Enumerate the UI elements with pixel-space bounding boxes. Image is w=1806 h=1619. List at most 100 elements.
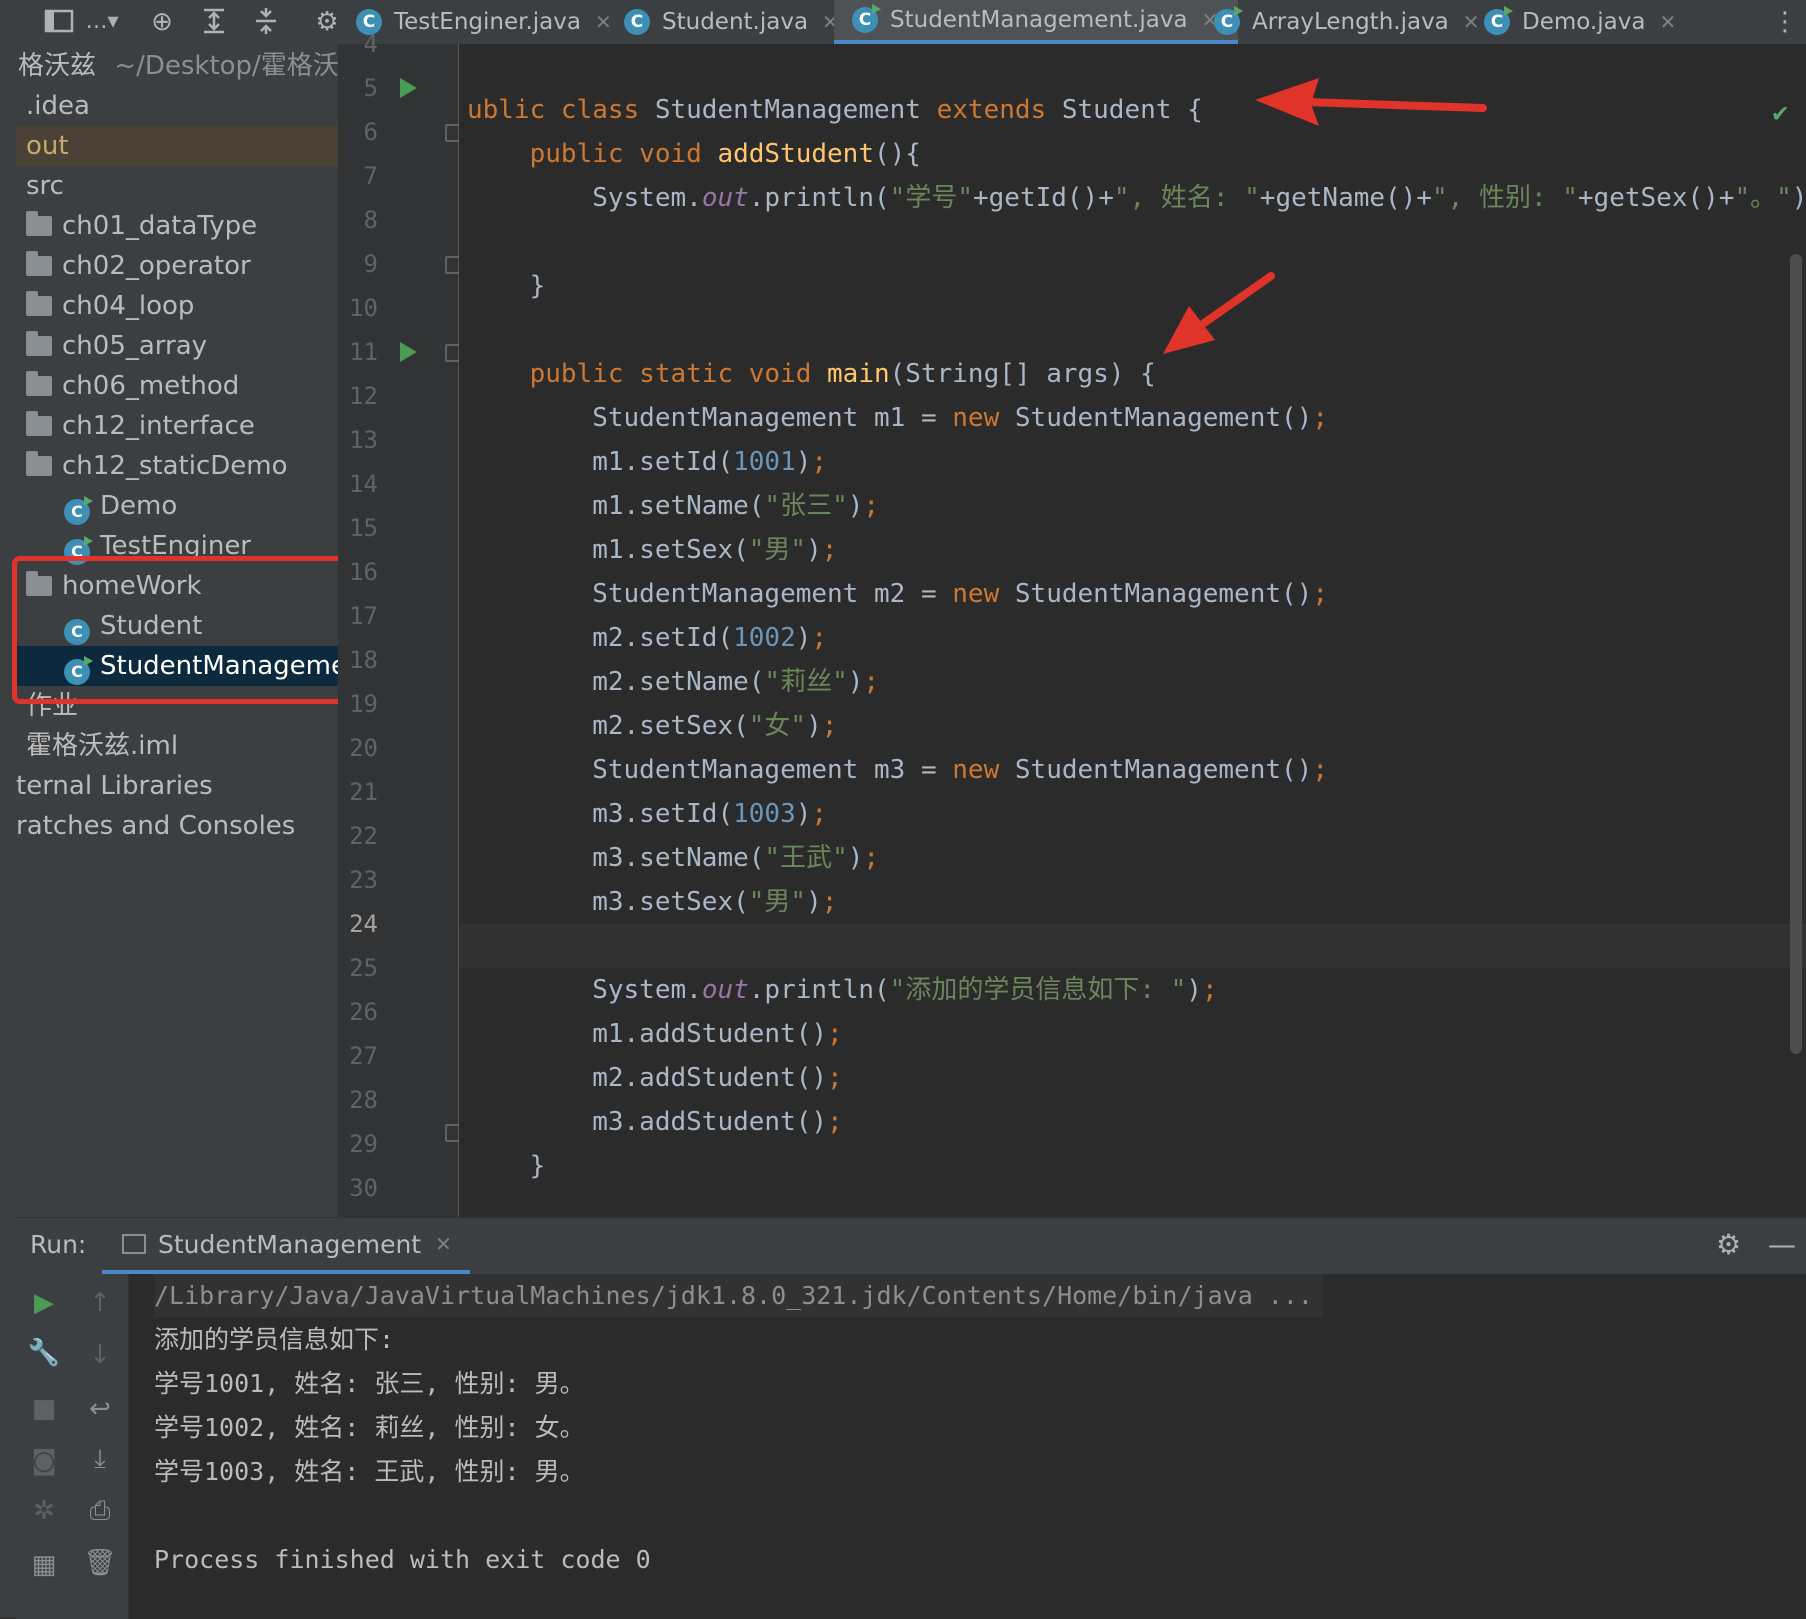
locate-icon[interactable]: ⊕ (146, 6, 178, 38)
run-class-icon[interactable] (400, 78, 417, 98)
line-number: 8 (363, 206, 378, 234)
vertical-scrollbar[interactable] (1790, 254, 1802, 1054)
minimize-icon[interactable]: — (1768, 1228, 1796, 1261)
line-number: 11 (349, 338, 378, 366)
close-icon[interactable]: ✕ (1659, 10, 1676, 34)
runnable-class-icon: C (1214, 6, 1243, 35)
console-icon (122, 1234, 146, 1254)
code-line: } (467, 271, 546, 301)
console-output[interactable]: /Library/Java/JavaVirtualMachines/jdk1.8… (154, 1274, 1794, 1619)
tab-demo[interactable]: C Demo.java ✕ (1484, 0, 1676, 44)
tree-file-demo[interactable]: C Demo (16, 486, 338, 526)
runnable-class-icon: C (1484, 6, 1513, 35)
tree-item-out[interactable]: out (16, 126, 338, 166)
tree-folder[interactable]: ch06_method (16, 366, 338, 406)
stop-icon[interactable]: ■ (16, 1394, 72, 1424)
close-icon[interactable]: ✕ (595, 10, 612, 34)
console-line: Process finished with exit code 0 (154, 1545, 651, 1574)
run-main-icon[interactable] (400, 342, 417, 362)
console-line: /Library/Java/JavaVirtualMachines/jdk1.8… (154, 1274, 1323, 1318)
up-arrow-icon[interactable]: ↑ (72, 1288, 128, 1318)
code-line: m2.setName("莉丝"); (467, 667, 880, 697)
code-line: m2.setSex("女"); (467, 711, 838, 741)
run-label: Run: (30, 1230, 87, 1259)
down-arrow-icon[interactable]: ↓ (72, 1340, 128, 1370)
code-line: m1.setId(1001); (467, 447, 828, 477)
code-editor[interactable]: ublic class StudentManagement extends St… (459, 44, 1806, 1217)
folder-icon (26, 451, 52, 476)
line-number: 4 (363, 30, 378, 58)
tree-item-scratches[interactable]: ratches and Consoles (16, 806, 338, 846)
scroll-to-end-icon[interactable]: ⤓ (72, 1444, 128, 1475)
code-line: StudentManagement m2 = new StudentManage… (467, 579, 1328, 609)
tree-folder[interactable]: ch12_staticDemo (16, 446, 338, 486)
close-icon[interactable]: ✕ (1463, 10, 1480, 34)
line-number: 30 (349, 1174, 378, 1202)
more-tabs-icon[interactable]: ⋮ (1772, 6, 1798, 38)
code-line: m2.addStudent(); (467, 1063, 843, 1093)
line-number: 28 (349, 1086, 378, 1114)
tree-item-src[interactable]: src (16, 166, 338, 206)
tree-folder[interactable]: ch05_array (16, 326, 338, 366)
tab-studentmanagement[interactable]: C StudentManagement.java ✕ (834, 0, 1239, 44)
tree-folder[interactable]: ch01_dataType (16, 206, 338, 246)
collapse-all-icon[interactable] (250, 6, 282, 38)
bug-icon[interactable]: ✲ (16, 1496, 72, 1526)
project-view-icon[interactable] (44, 6, 74, 38)
tree-item-external-libraries[interactable]: ternal Libraries (16, 766, 338, 806)
tree-folder[interactable]: ch04_loop (16, 286, 338, 326)
folder-icon (26, 331, 52, 356)
console-line: 添加的学员信息如下: (154, 1325, 395, 1354)
wrench-icon[interactable]: 🔧 (16, 1338, 72, 1368)
console-line: 学号1002, 姓名: 莉丝, 性别: 女。 (154, 1413, 585, 1442)
code-line: ublic class StudentManagement extends St… (467, 95, 1203, 125)
tab-student[interactable]: C Student.java ✕ (624, 0, 839, 44)
line-number: 14 (349, 470, 378, 498)
line-number: 17 (349, 602, 378, 630)
run-panel-header: Run: StudentManagement ✕ ⚙ — (16, 1218, 1806, 1274)
tree-folder[interactable]: ch12_interface (16, 406, 338, 446)
line-number: 29 (349, 1130, 378, 1158)
code-line: m3.setSex("男"); (467, 887, 838, 917)
layout-icon[interactable]: ▦ (16, 1550, 72, 1580)
line-number: 26 (349, 998, 378, 1026)
folder-icon (26, 371, 52, 396)
folder-icon (26, 211, 52, 236)
tree-root[interactable]: 格沃兹 ~/Desktop/霍格沃兹 (16, 46, 338, 86)
trash-icon[interactable]: 🗑 (72, 1548, 128, 1578)
code-line: m1.setName("张三"); (467, 491, 880, 521)
print-icon[interactable]: ⎙ (72, 1496, 128, 1527)
class-icon: C (624, 9, 650, 35)
tab-arraylength[interactable]: C ArrayLength.java ✕ (1214, 0, 1480, 44)
expand-all-icon[interactable] (198, 6, 230, 38)
run-icon[interactable]: ▶ (16, 1288, 72, 1318)
console-toolbar: ↑ ↓ ↩ ⤓ ⎙ 🗑 (72, 1274, 129, 1619)
code-line: m3.setId(1003); (467, 799, 828, 829)
root-path: ~/Desktop/霍格沃兹 (114, 51, 338, 81)
line-number: 6 (363, 118, 378, 146)
run-tab-studentmanagement[interactable]: StudentManagement ✕ (102, 1218, 470, 1274)
line-number: 16 (349, 558, 378, 586)
close-icon[interactable]: ✕ (435, 1232, 452, 1256)
tree-folder[interactable]: ch02_operator (16, 246, 338, 286)
code-line: System.out.println("添加的学员信息如下: "); (467, 975, 1218, 1005)
tree-item-idea[interactable]: .idea (16, 86, 338, 126)
checkmark-icon: ✔ (1772, 98, 1788, 128)
settings-icon[interactable]: ⚙ (1716, 1228, 1741, 1261)
root-name: 格沃兹 (18, 51, 97, 81)
code-line: } (467, 1151, 546, 1181)
line-number: 9 (363, 250, 378, 278)
soft-wrap-icon[interactable]: ↩ (72, 1394, 128, 1424)
code-line: m3.addStudent(); (467, 1107, 843, 1137)
code-line: public static void main(String[] args) { (467, 359, 1156, 389)
camera-icon[interactable]: ◙ (16, 1446, 72, 1476)
tab-testenginer[interactable]: C TestEnginer.java ✕ (356, 0, 612, 44)
view-options-icon[interactable]: …▾ (80, 6, 124, 38)
folder-icon (26, 411, 52, 436)
line-number: 27 (349, 1042, 378, 1070)
line-number: 5 (363, 74, 378, 102)
console-line: 学号1003, 姓名: 王武, 性别: 男。 (154, 1457, 585, 1486)
line-number: 18 (349, 646, 378, 674)
annotation-arrow-icon (1255, 78, 1487, 126)
tree-item-iml[interactable]: 霍格沃兹.iml (16, 726, 338, 766)
